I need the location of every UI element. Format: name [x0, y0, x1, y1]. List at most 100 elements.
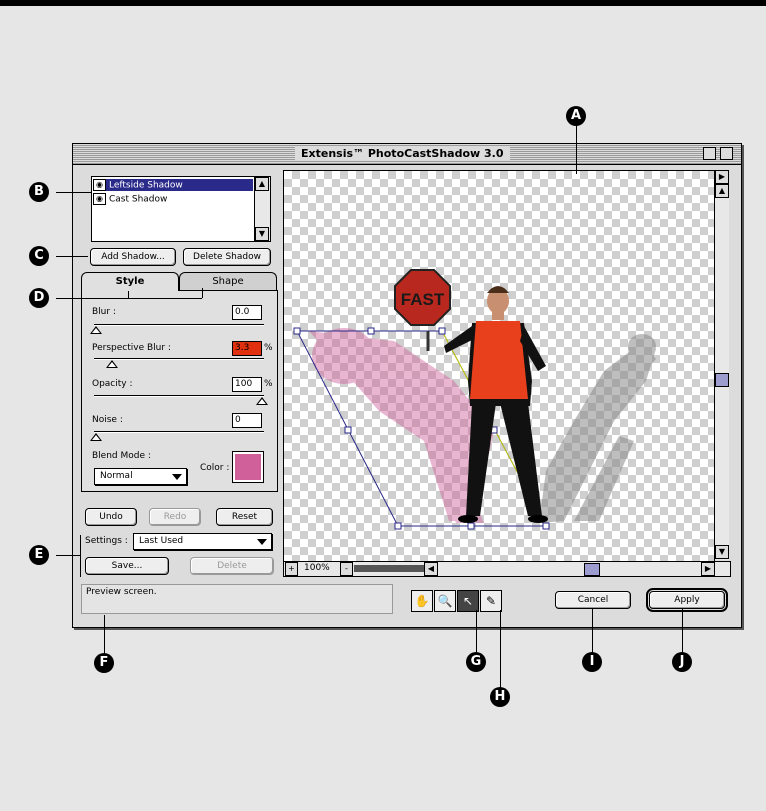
blur-field[interactable]: 0.0: [232, 305, 262, 320]
callout-line-a: [576, 124, 577, 174]
opacity-slider-track[interactable]: [94, 395, 264, 397]
shadow-list-scrollbar[interactable]: ▲ ▼: [254, 177, 270, 241]
callout-a: A: [566, 106, 586, 126]
apply-button[interactable]: Apply: [646, 588, 728, 612]
zoom-in-button[interactable]: +: [285, 562, 298, 576]
blend-mode-select[interactable]: Normal: [94, 468, 187, 485]
blur-slider-thumb[interactable]: [90, 326, 102, 334]
vertical-scroll-thumb[interactable]: [715, 373, 729, 387]
reset-button[interactable]: Reset: [216, 508, 273, 526]
chevron-down-icon: [172, 474, 182, 480]
preview-vertical-scrollbar[interactable]: ▶ ▲ ▼: [714, 170, 729, 560]
callout-f: F: [94, 653, 114, 673]
perspective-slider-track[interactable]: [94, 358, 264, 360]
save-settings-button[interactable]: Save...: [85, 557, 169, 575]
delete-shadow-button[interactable]: Delete Shadow: [183, 248, 271, 266]
status-area: Preview screen.: [81, 584, 393, 614]
opacity-field[interactable]: 100: [232, 377, 262, 392]
undo-button[interactable]: Undo: [85, 508, 137, 526]
noise-label: Noise :: [92, 415, 123, 425]
noise-field[interactable]: 0: [232, 413, 262, 428]
shadow-color-swatch[interactable]: [232, 451, 264, 483]
leftside-shadow: [309, 328, 494, 523]
callout-line-c: [56, 256, 88, 257]
blur-slider-track[interactable]: [94, 324, 264, 326]
callout-c: C: [29, 246, 49, 266]
eye-icon[interactable]: ◉: [93, 193, 106, 205]
chevron-down-icon: [257, 539, 267, 545]
callout-line-f: [104, 615, 105, 655]
hand-tool-icon[interactable]: ✋: [411, 590, 433, 612]
callout-e: E: [29, 545, 49, 565]
opacity-label: Opacity :: [92, 379, 133, 389]
perspective-unit: %: [264, 343, 273, 353]
collapse-box-icon[interactable]: [720, 147, 733, 160]
scroll-down-icon[interactable]: ▼: [255, 227, 269, 241]
callout-d: D: [29, 288, 49, 308]
scroll-down-icon[interactable]: ▼: [715, 545, 729, 559]
callout-line-d: [56, 298, 202, 299]
delete-settings-button[interactable]: Delete: [190, 557, 274, 575]
preview-canvas[interactable]: FAST: [283, 170, 715, 562]
shadow-list-item[interactable]: ◉ Leftside Shadow: [93, 179, 253, 191]
zoom-out-button[interactable]: -: [340, 562, 353, 576]
shadow-list-item[interactable]: ◉ Cast Shadow: [93, 193, 167, 205]
style-panel: Blur : 0.0 Perspective Blur : 3.3 % Opac…: [81, 290, 278, 492]
select-tool-icon[interactable]: ↖: [457, 590, 479, 612]
perspective-blur-field[interactable]: 3.3: [232, 341, 262, 356]
cancel-button[interactable]: Cancel: [555, 591, 631, 609]
window-title: Extensis™ PhotoCastShadow 3.0: [295, 146, 510, 161]
zoom-box-icon[interactable]: [703, 147, 716, 160]
perspective-slider-thumb[interactable]: [106, 360, 118, 368]
fast-sign: FAST: [394, 269, 451, 351]
zoom-level: 100%: [304, 563, 330, 573]
scroll-right-icon[interactable]: ▶: [701, 562, 715, 576]
callout-line-e: [56, 555, 80, 556]
tab-shape[interactable]: Shape: [179, 272, 277, 291]
add-shadow-button[interactable]: Add Shadow...: [90, 248, 176, 266]
callout-line-d-tick2: [202, 288, 203, 298]
settings-label: Settings :: [85, 536, 128, 546]
preview-bottom-bar: + 100% - ◀ ▶: [283, 561, 731, 577]
opacity-unit: %: [264, 379, 273, 389]
callout-line-b: [56, 192, 92, 193]
callout-g: G: [466, 652, 486, 672]
eye-icon[interactable]: ◉: [93, 179, 106, 191]
callout-h: H: [490, 687, 510, 707]
horizontal-scroll-thumb[interactable]: [584, 563, 600, 576]
shadow-list[interactable]: ◉ Leftside Shadow ◉ Cast Shadow ▲ ▼: [91, 176, 271, 242]
callout-line-g: [476, 610, 477, 654]
callout-line-e-bracket: [80, 535, 81, 577]
callout-b: B: [29, 182, 49, 202]
fast-sign-text: FAST: [401, 290, 445, 309]
noise-slider-track[interactable]: [94, 431, 264, 433]
top-black-bar: [0, 0, 766, 6]
callout-line-j: [682, 608, 683, 654]
callout-line-d-tick1: [128, 290, 129, 298]
settings-select[interactable]: Last Used: [133, 533, 272, 550]
title-bar[interactable]: Extensis™ PhotoCastShadow 3.0: [73, 144, 741, 165]
scroll-left-icon[interactable]: ◀: [424, 562, 438, 576]
zoom-tool-icon[interactable]: 🔍: [434, 590, 456, 612]
callout-line-h: [500, 610, 501, 688]
blend-mode-label: Blend Mode :: [92, 451, 151, 461]
callout-i: I: [582, 652, 602, 672]
status-text: Preview screen.: [86, 587, 157, 597]
eyedropper-tool-icon[interactable]: ✎: [480, 590, 502, 612]
callout-j: J: [672, 652, 692, 672]
preview-image: FAST: [293, 269, 656, 530]
cast-shadow: [539, 334, 656, 523]
redo-button[interactable]: Redo: [149, 508, 201, 526]
blur-label: Blur :: [92, 307, 116, 317]
tab-style[interactable]: Style: [81, 272, 179, 291]
callout-line-i: [592, 608, 593, 654]
scroll-up-icon[interactable]: ▲: [715, 184, 729, 198]
photocastshadow-window: Extensis™ PhotoCastShadow 3.0 ◉ Leftside …: [72, 143, 742, 628]
noise-slider-thumb[interactable]: [90, 433, 102, 441]
color-label: Color :: [200, 463, 230, 473]
opacity-slider-thumb[interactable]: [256, 397, 268, 405]
scroll-up-icon[interactable]: ▲: [255, 177, 269, 191]
perspective-blur-label: Perspective Blur :: [92, 343, 171, 353]
zoom-slider[interactable]: [354, 565, 424, 572]
scroll-right-icon[interactable]: ▶: [715, 170, 729, 184]
